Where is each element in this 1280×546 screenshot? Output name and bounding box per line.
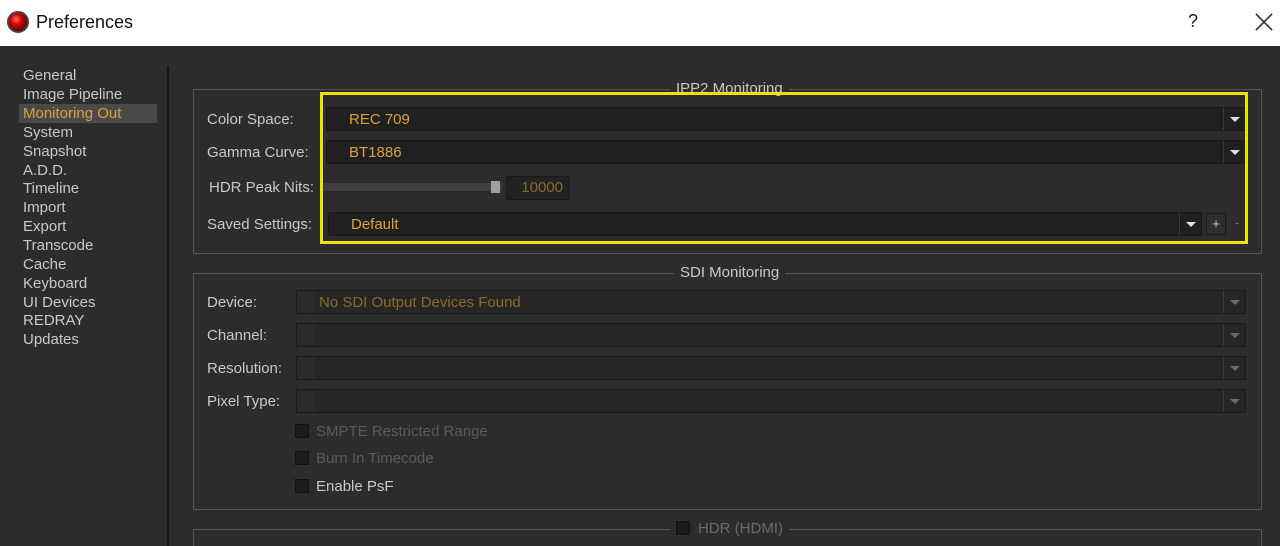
- chevron-down-icon[interactable]: [1223, 324, 1245, 346]
- gamma-curve-label: Gamma Curve:: [207, 144, 309, 161]
- saved-settings-label: Saved Settings:: [207, 216, 313, 233]
- sdi-monitoring-title: SDI Monitoring: [674, 264, 786, 281]
- title-bar: Preferences ?: [0, 0, 1280, 46]
- sidebar-divider: [167, 66, 169, 546]
- close-icon[interactable]: [1252, 10, 1276, 34]
- color-space-label: Color Space:: [207, 111, 294, 128]
- sidebar-item-image-pipeline[interactable]: Image Pipeline: [19, 85, 157, 104]
- pixel-type-label: Pixel Type:: [207, 393, 281, 410]
- combo-left-tab: [297, 390, 315, 412]
- hdr-hdmi-checkbox[interactable]: [676, 521, 690, 535]
- help-button[interactable]: ?: [1183, 11, 1203, 32]
- sidebar-item-add[interactable]: A.D.D.: [19, 161, 157, 180]
- device-label: Device:: [207, 294, 258, 311]
- combo-left-tab: [297, 291, 315, 313]
- device-select[interactable]: No SDI Output Devices Found: [296, 290, 1246, 314]
- enable-psf-checkbox[interactable]: [295, 479, 309, 493]
- sidebar-item-timeline[interactable]: Timeline: [19, 179, 157, 198]
- sidebar-item-general[interactable]: General: [19, 66, 157, 85]
- sidebar-item-import[interactable]: Import: [19, 198, 157, 217]
- pixel-type-select[interactable]: [296, 389, 1246, 413]
- red-lens-icon: [7, 11, 29, 33]
- sidebar-item-updates[interactable]: Updates: [19, 330, 157, 349]
- smpte-restricted-range-label: SMPTE Restricted Range: [316, 423, 488, 440]
- smpte-restricted-range-checkbox[interactable]: [295, 424, 309, 438]
- sidebar-item-monitoring-out[interactable]: Monitoring Out: [19, 104, 157, 123]
- window-title: Preferences: [36, 12, 134, 32]
- sidebar-item-ui-devices[interactable]: UI Devices: [19, 293, 157, 312]
- sidebar-item-system[interactable]: System: [19, 123, 157, 142]
- channel-select[interactable]: [296, 323, 1246, 347]
- sidebar-item-keyboard[interactable]: Keyboard: [19, 274, 157, 293]
- sidebar-item-snapshot[interactable]: Snapshot: [19, 142, 157, 161]
- burn-in-timecode-label: Burn In Timecode: [316, 450, 434, 467]
- chevron-down-icon[interactable]: [1223, 357, 1245, 379]
- chevron-down-icon[interactable]: [1223, 291, 1245, 313]
- device-value: No SDI Output Devices Found: [319, 294, 521, 311]
- sidebar-item-redray[interactable]: REDRAY: [19, 311, 157, 330]
- combo-left-tab: [297, 324, 315, 346]
- sidebar-item-export[interactable]: Export: [19, 217, 157, 236]
- sidebar-item-cache[interactable]: Cache: [19, 255, 157, 274]
- sidebar-item-transcode[interactable]: Transcode: [19, 236, 157, 255]
- enable-psf-label: Enable PsF: [316, 478, 394, 495]
- highlight-box: [320, 92, 1248, 244]
- chevron-down-icon[interactable]: [1223, 390, 1245, 412]
- channel-label: Channel:: [207, 327, 268, 344]
- burn-in-timecode-checkbox[interactable]: [295, 451, 309, 465]
- resolution-select[interactable]: [296, 356, 1246, 380]
- hdr-peak-nits-label: HDR Peak Nits:: [209, 179, 315, 196]
- resolution-label: Resolution:: [207, 360, 283, 377]
- combo-left-tab: [297, 357, 315, 379]
